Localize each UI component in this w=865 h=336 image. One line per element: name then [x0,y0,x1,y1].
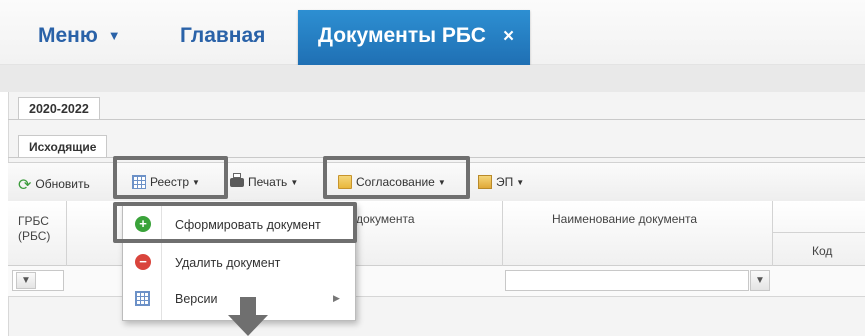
tab-period-label: 2020-2022 [29,102,89,116]
tab-rbs-documents[interactable]: Документы РБС × [298,10,530,66]
print-label: Печать [248,175,288,189]
column-code: Код [812,244,833,258]
column-document: документа [356,212,415,226]
arrow-down-icon [228,297,268,336]
toolbar: ⟳ Обновить Реестр ▼ Печать ▼ Согласование ▼ … [8,162,865,202]
divider [772,232,865,233]
add-icon: + [135,216,151,232]
menu-item-create-document[interactable]: + Сформировать документ [123,208,355,242]
tab-period[interactable]: 2020-2022 [18,97,100,120]
grid-icon [132,175,146,189]
chevron-down-icon[interactable]: ▼ [16,272,36,289]
refresh-icon: ⟳ [18,177,32,194]
chevron-right-icon: ▶ [333,293,340,303]
tab-outgoing[interactable]: Исходящие [18,135,108,158]
menu-button[interactable]: Меню ▼ [38,24,121,48]
divider [8,157,865,158]
refresh-button[interactable]: ⟳ Обновить [18,175,90,195]
signature-folder-icon [478,175,492,189]
close-icon[interactable]: × [503,26,514,48]
folder-icon [338,175,352,189]
menu-item-delete-document[interactable]: − Удалить документ [123,246,355,280]
printer-icon [230,173,244,187]
menu-item-label: Сформировать документ [175,218,321,232]
active-tab-label: Документы РБС [318,24,486,47]
chevron-down-icon: ▼ [107,28,121,43]
chevron-down-icon[interactable]: ▼ [750,270,770,291]
approval-label: Согласование [356,175,435,189]
header-strip [0,65,865,92]
chevron-down-icon: ▼ [516,178,525,187]
registry-button[interactable]: Реестр ▼ [132,175,200,189]
home-tab[interactable]: Главная [180,24,265,48]
menu-label: Меню [38,24,98,47]
ep-label: ЭП [496,175,514,189]
home-label: Главная [180,24,266,47]
tab-outgoing-label: Исходящие [29,140,97,154]
filter-document-name-input[interactable] [505,270,749,291]
menu-item-label: Версии [175,292,218,306]
print-button[interactable]: Печать ▼ [230,173,299,189]
ep-button[interactable]: ЭП ▼ [478,175,524,189]
approval-button[interactable]: Согласование ▼ [338,175,446,189]
chevron-down-icon: ▼ [437,178,446,187]
registry-label: Реестр [150,175,189,189]
remove-icon: − [135,254,151,270]
grid-icon [135,291,150,306]
refresh-label: Обновить [35,177,90,191]
column-grbs: ГРБС (РБС) [18,214,51,243]
chevron-down-icon: ▼ [192,178,200,187]
top-navigation: Меню ▼ Главная Документы РБС × [0,0,865,66]
chevron-down-icon: ▼ [290,178,299,187]
column-document-name: Наименование документа [552,212,698,226]
menu-item-label: Удалить документ [175,256,281,270]
divider [8,119,865,120]
